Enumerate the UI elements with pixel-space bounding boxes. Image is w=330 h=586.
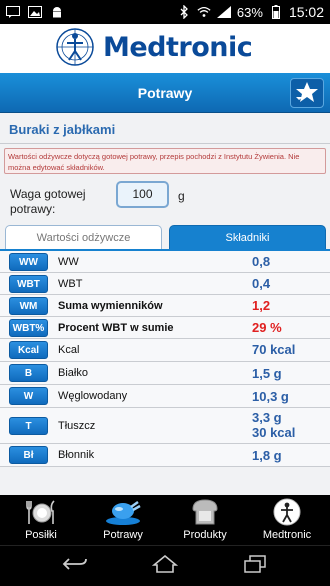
nutrient-row-ww: WW WW 0,8 bbox=[0, 251, 330, 273]
nav-dishes-label: Potrawy bbox=[103, 529, 143, 541]
nutrient-row-wbt-percent: WBT% Procent WBT w sumie 29 % bbox=[0, 317, 330, 339]
tab-nutrition-values[interactable]: Wartości odżywcze bbox=[5, 225, 162, 250]
clock: 15:02 bbox=[288, 4, 324, 20]
nutrient-value: 29 % bbox=[252, 320, 282, 335]
weight-input[interactable]: 100 bbox=[116, 181, 169, 208]
page-title: Potrawy bbox=[137, 84, 193, 101]
nutrient-badge: WM bbox=[9, 297, 48, 315]
battery-icon bbox=[269, 5, 283, 19]
nutrient-value-kcal: 30 kcal bbox=[252, 425, 296, 440]
nav-products-label: Produkty bbox=[183, 529, 227, 541]
home-icon bbox=[151, 554, 179, 578]
nutrient-value: 1,5 g bbox=[252, 366, 282, 381]
plate-cutlery-icon bbox=[24, 497, 58, 527]
battery-percent: 63% bbox=[236, 4, 263, 20]
info-note: Wartości odżywcze dotyczą gotowej potraw… bbox=[4, 148, 326, 174]
nav-medtronic[interactable]: Medtronic bbox=[246, 495, 328, 545]
back-button[interactable] bbox=[55, 552, 95, 580]
nutrient-value: 10,3 g bbox=[252, 389, 289, 404]
nutrient-row-wm: WM Suma wymienników 1,2 bbox=[0, 295, 330, 317]
weight-label: Waga gotowej potrawy: bbox=[10, 187, 86, 216]
nutrient-row-fat: T Tłuszcz 3,3 g 30 kcal bbox=[0, 408, 330, 444]
wifi-icon bbox=[197, 5, 211, 19]
nutrient-badge: T bbox=[9, 417, 48, 435]
bottom-navigation: Posiłki Potrawy Produkty Medtronic bbox=[0, 495, 330, 545]
nutrient-value: 0,4 bbox=[252, 276, 271, 291]
recent-apps-icon bbox=[243, 554, 267, 578]
nutrient-badge: W bbox=[9, 387, 48, 405]
nutrient-value: 3,3 g bbox=[252, 410, 282, 425]
bluetooth-icon bbox=[177, 5, 191, 19]
status-bar: 63% 15:02 bbox=[0, 0, 330, 24]
favorite-button[interactable] bbox=[290, 78, 324, 108]
title-bar: Potrawy bbox=[0, 73, 330, 113]
nutrient-value: 70 kcal bbox=[252, 342, 296, 357]
dish-name: Buraki z jabłkami bbox=[9, 122, 116, 137]
image-notification-icon bbox=[28, 5, 42, 19]
nutrient-value: 1,8 g bbox=[252, 448, 282, 463]
nutrient-badge: WBT bbox=[9, 275, 48, 293]
nav-medtronic-label: Medtronic bbox=[262, 529, 312, 541]
nav-dishes[interactable]: Potrawy bbox=[82, 495, 164, 545]
nutrient-badge: Kcal bbox=[9, 341, 48, 359]
medtronic-logo-icon bbox=[55, 27, 95, 67]
nutrient-value: 0,8 bbox=[252, 254, 271, 269]
nav-meals[interactable]: Posiłki bbox=[0, 495, 82, 545]
nutrient-badge: Bł bbox=[9, 446, 48, 464]
nutrient-label: WW bbox=[58, 256, 79, 268]
back-arrow-icon bbox=[62, 556, 88, 577]
roast-chicken-icon bbox=[103, 497, 143, 527]
nutrient-row-protein: B Białko 1,5 g bbox=[0, 362, 330, 385]
nutrient-label: Procent WBT w sumie bbox=[58, 322, 174, 334]
nutrient-value: 1,2 bbox=[252, 298, 271, 313]
nutrient-badge: B bbox=[9, 364, 48, 382]
nutrient-label: WBT bbox=[58, 278, 83, 290]
android-icon bbox=[50, 5, 64, 19]
divider bbox=[0, 143, 330, 144]
nutrient-label: Kcal bbox=[58, 344, 80, 356]
brand-header: Medtronic bbox=[0, 24, 330, 70]
nutrient-label: Białko bbox=[58, 367, 88, 379]
nutrient-row-kcal: Kcal Kcal 70 kcal bbox=[0, 339, 330, 362]
nutrient-row-carbs: W Węglowodany 10,3 g bbox=[0, 385, 330, 408]
nutrient-label: Tłuszcz bbox=[58, 420, 96, 432]
nutrient-row-wbt: WBT WBT 0,4 bbox=[0, 273, 330, 295]
tab-ingredients[interactable]: Składniki bbox=[169, 225, 326, 250]
signal-icon bbox=[216, 5, 231, 19]
weight-unit: g bbox=[178, 189, 185, 203]
nutrient-label: Suma wymienników bbox=[58, 300, 163, 312]
system-navigation-bar bbox=[0, 545, 330, 586]
nutrient-badge: WW bbox=[9, 253, 48, 271]
nav-products[interactable]: Produkty bbox=[164, 495, 246, 545]
nutrient-row-fiber: Bł Błonnik 1,8 g bbox=[0, 444, 330, 467]
nutrient-badge: WBT% bbox=[9, 319, 48, 337]
nav-meals-label: Posiłki bbox=[25, 529, 57, 541]
nutrient-label: Węglowodany bbox=[58, 390, 128, 402]
medtronic-logo-icon bbox=[272, 497, 302, 527]
bread-icon bbox=[188, 497, 222, 527]
brand-name: Medtronic bbox=[103, 31, 253, 63]
nutrient-label: Błonnik bbox=[58, 449, 95, 461]
star-icon bbox=[294, 81, 320, 106]
sms-notification-icon bbox=[6, 5, 20, 19]
home-button[interactable] bbox=[145, 552, 185, 580]
recent-apps-button[interactable] bbox=[235, 552, 275, 580]
